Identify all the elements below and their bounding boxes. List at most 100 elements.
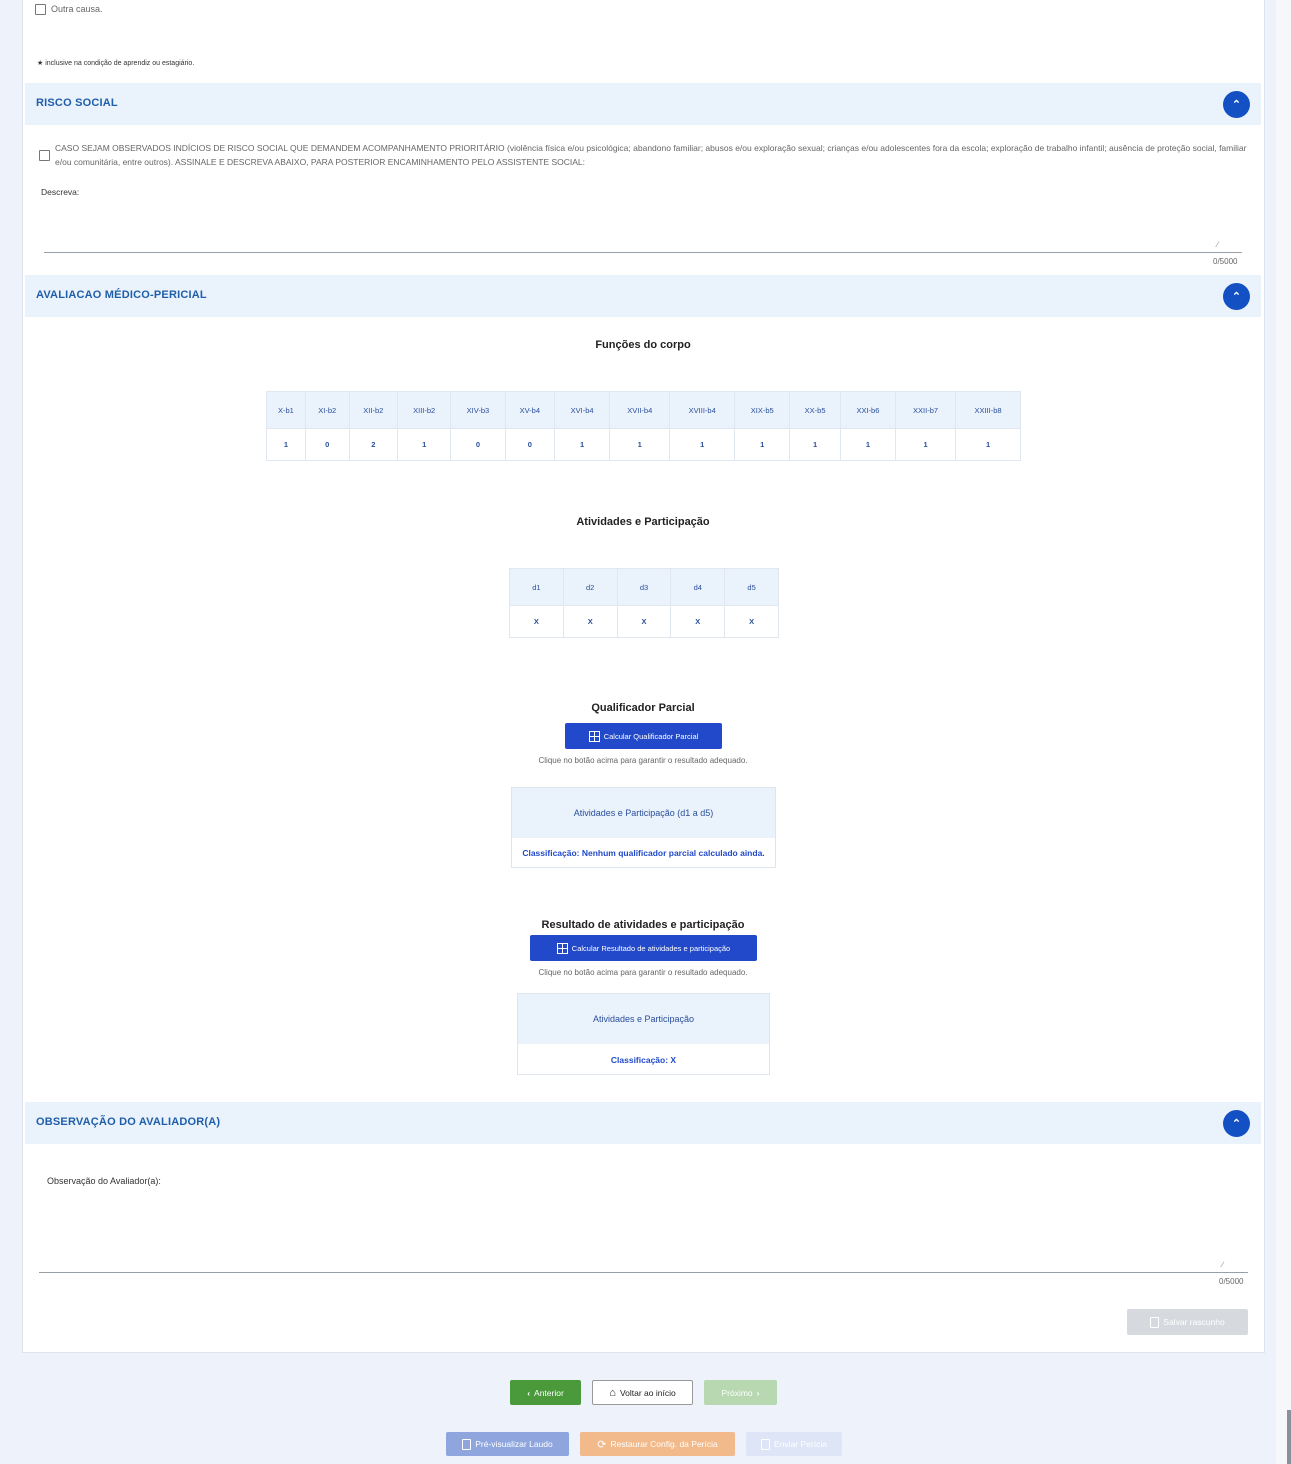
table-header-cell: XVII-b4 [609,391,671,429]
table-value-cell: 1 [895,428,957,461]
calculator-icon [588,730,600,742]
outra-causa-checkbox[interactable] [35,4,46,15]
observacao-label: Observação do Avaliador(a): [47,1176,161,1186]
scrollbar-thumb[interactable] [1287,1410,1291,1464]
table-value-cell: X [616,605,672,638]
funcoes-title: Funções do corpo [595,339,691,351]
qualificador-title: Qualificador Parcial [591,702,695,714]
resultado-result-box: Atividades e Participação Classificação:… [517,993,770,1075]
send-document-icon [761,1438,771,1450]
table-value-cell: 1 [609,428,671,461]
pre-visualizar-laudo-button[interactable]: Pré-visualizar Laudo [446,1432,569,1456]
descreva-underline [44,252,1242,253]
risco-social-text: CASO SEJAM OBSERVADOS INDÍCIOS DE RISCO … [55,143,1247,167]
observacao-textarea[interactable] [39,1190,1248,1272]
salvar-rascunho-button[interactable]: Salvar rascunho [1127,1309,1248,1335]
scrollbar-track[interactable] [1276,0,1291,1464]
button-label: Salvar rascunho [1163,1317,1225,1327]
atividades-table: d1 d2 d3 d4 d5 XXXXX [509,568,779,638]
button-label: Restaurar Config. da Perícia [610,1439,718,1449]
restaurar-config-button[interactable]: ⟳ Restaurar Config. da Perícia [580,1432,735,1456]
footnote: ★ inclusive na condição de aprendiz ou e… [37,60,195,67]
table-header-cell: XXIII-b8 [955,391,1021,429]
document-icon [1150,1316,1160,1328]
button-label: Enviar Perícia [774,1439,827,1449]
table-value-cell: X [724,605,779,638]
chevron-up-icon[interactable]: ⌃ [1223,1110,1250,1137]
result-classification: Classificação: Nenhum qualificador parci… [522,848,765,858]
table-header-cell: XII-b2 [348,391,399,429]
table-header-cell: d1 [509,568,564,606]
table-value-cell: 0 [450,428,506,461]
risco-social-checkbox[interactable] [39,150,50,161]
table-value-cell: 2 [348,428,399,461]
button-label: Pré-visualizar Laudo [475,1439,553,1449]
table-value-cell: X [670,605,726,638]
chevron-up-icon[interactable]: ⌃ [1223,283,1250,310]
button-label: Calcular Qualificador Parcial [603,731,699,741]
page: Outra causa. ★ inclusive na condição de … [0,0,1291,1464]
home-icon: ⌂ [609,1386,616,1399]
table-header-cell: XXII-b7 [895,391,957,429]
chevron-left-icon: ‹ [527,1387,531,1398]
table-header-cell: XIX-b5 [734,391,791,429]
descreva-counter: 0/5000 [1213,257,1238,266]
button-label: Voltar ao início [619,1387,676,1398]
table-value-cell: X [562,605,618,638]
observacao-counter: 0/5000 [1219,1277,1244,1286]
table-value-cell: 1 [955,428,1021,461]
descreva-textarea[interactable] [44,200,1242,252]
table-value-cell: 1 [734,428,791,461]
voltar-inicio-button[interactable]: ⌂ Voltar ao início [592,1380,693,1405]
table-header-cell: XI-b2 [304,391,350,429]
resize-handle-icon[interactable]: ∕ [1222,1260,1223,1269]
table-value-cell: 1 [397,428,452,461]
table-value-cell: 0 [504,428,556,461]
proximo-button[interactable]: Próximo › [704,1380,777,1405]
calcular-qualificador-button[interactable]: Calcular Qualificador Parcial [565,723,722,749]
observacao-underline [39,1272,1248,1273]
button-label: Anterior [534,1387,564,1398]
table-value-cell: 1 [789,428,841,461]
section-title: RISCO SOCIAL [36,97,118,109]
calculator-icon [556,942,568,954]
outra-causa-label: Outra causa. [51,4,103,14]
table-value-cell: 1 [554,428,611,461]
table-header-cell: XV-b4 [504,391,556,429]
resultado-title: Resultado de atividades e participação [541,919,745,931]
table-value-cell: 1 [266,428,306,461]
qualificador-hint: Clique no botão acima para garantir o re… [538,756,748,765]
section-avaliacao-header: AVALIACAO MÉDICO-PERICIAL ⌃ [25,275,1261,317]
result-head: Atividades e Participação [518,994,769,1044]
enviar-pericia-button[interactable]: Enviar Perícia [746,1432,842,1456]
table-header-cell: X-b1 [266,391,306,429]
table-header-cell: XVI-b4 [554,391,611,429]
funcoes-table: X-b1 XI-b2 XII-b2 XIII-b2 XIV-b3 XV-b4 XVI-b4 X… [266,391,1021,461]
calcular-resultado-button[interactable]: Calcular Resultado de atividades e parti… [530,935,757,961]
button-label: Calcular Resultado de atividades e parti… [571,943,731,953]
section-title: OBSERVAÇÃO DO AVALIADOR(A) [36,1116,221,1128]
table-header-cell: d3 [616,568,672,606]
refresh-icon: ⟳ [597,1438,607,1451]
button-label: Próximo [721,1387,753,1398]
result-head: Atividades e Participação (d1 a d5) [512,788,775,838]
result-classification: Classificação: X [610,1054,677,1065]
chevron-up-icon[interactable]: ⌃ [1223,91,1250,118]
qualificador-result-box: Atividades e Participação (d1 a d5) Clas… [511,787,776,868]
anterior-button[interactable]: ‹ Anterior [510,1380,581,1405]
preview-icon [462,1438,472,1450]
table-header-cell: XIII-b2 [397,391,452,429]
table-value-cell: 0 [304,428,350,461]
table-header-cell: XX-b5 [789,391,841,429]
section-title: AVALIACAO MÉDICO-PERICIAL [36,289,207,301]
resultado-hint: Clique no botão acima para garantir o re… [538,968,748,977]
table-value-cell: X [509,605,564,638]
chevron-right-icon: › [756,1387,760,1398]
table-header-cell: XXI-b6 [839,391,897,429]
resize-handle-icon[interactable]: ∕ [1217,240,1218,249]
table-header-cell: XVIII-b4 [669,391,736,429]
table-value-cell: 1 [669,428,736,461]
table-header-cell: d4 [670,568,726,606]
table-header-cell: d2 [562,568,618,606]
section-observacao-header: OBSERVAÇÃO DO AVALIADOR(A) ⌃ [25,1102,1261,1144]
